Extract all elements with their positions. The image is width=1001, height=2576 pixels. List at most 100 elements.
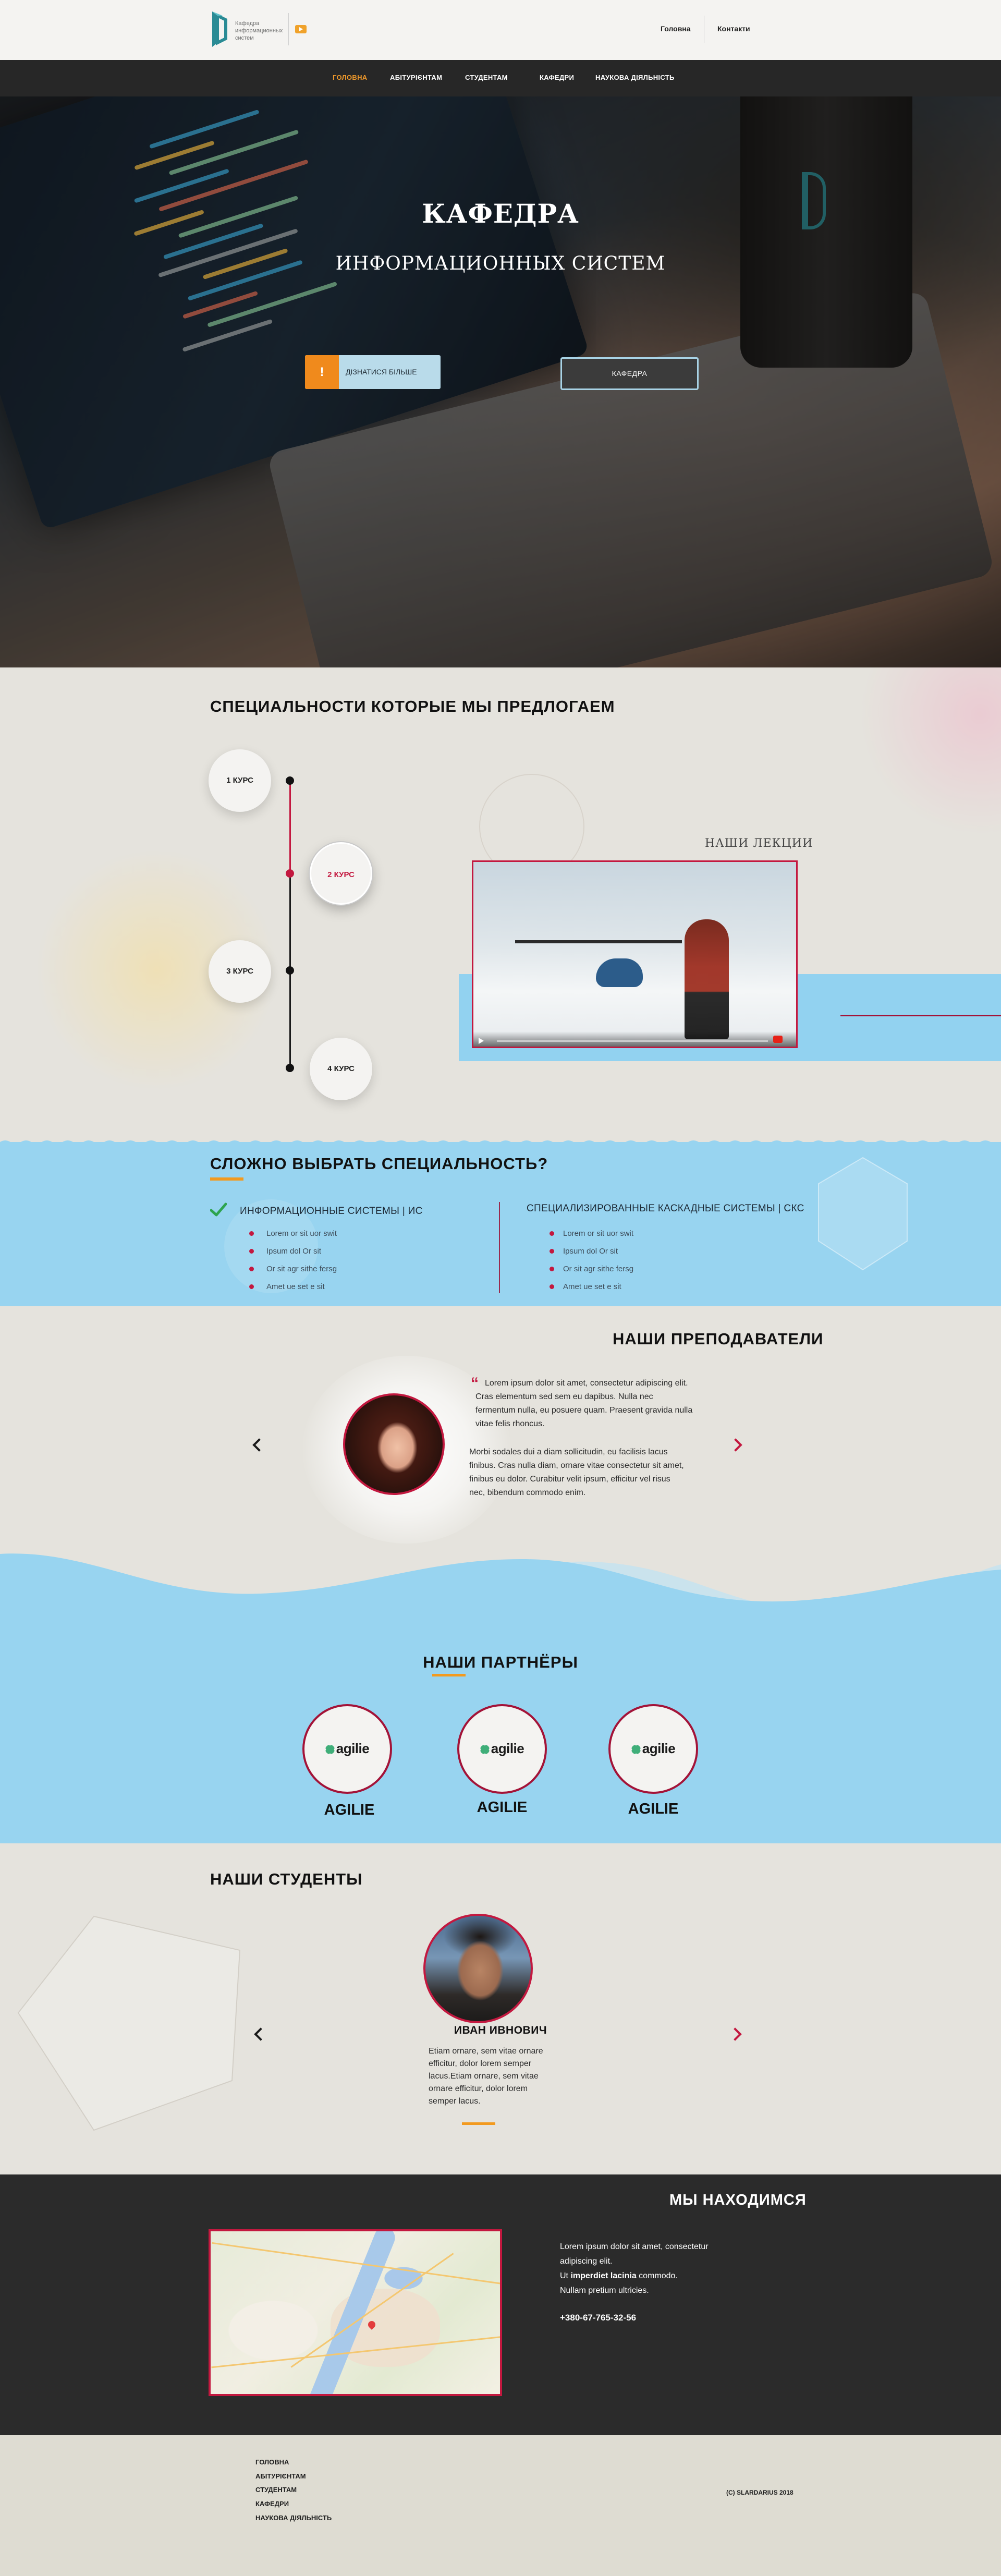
nav-item-applicants[interactable]: АБІТУРІЄНТАМ <box>390 74 442 81</box>
location-map[interactable] <box>209 2229 502 2396</box>
nav-item-research[interactable]: НАУКОВА ДІЯЛЬНІСТЬ <box>595 74 675 81</box>
hero-banner <box>0 96 1001 667</box>
checkmark-icon <box>210 1202 227 1217</box>
copyright: (C) SLARDARIUS 2018 <box>726 2489 794 2496</box>
list-item: Or sit agr sithe fersg <box>563 1265 634 1273</box>
course-3[interactable]: 3 КУРС <box>209 940 271 1003</box>
video-helicopter-rotor <box>515 940 682 943</box>
list-item: Amet ue set e sit <box>563 1282 621 1291</box>
partner-logo: agilie <box>611 1741 696 1757</box>
footer-link-home[interactable]: ГОЛОВНА <box>255 2458 289 2466</box>
nav-item-departments[interactable]: КАФЕДРИ <box>540 74 574 81</box>
site-header <box>0 0 1001 60</box>
bullet-icon <box>249 1231 254 1236</box>
partners-title: НАШИ ПАРТНЁРЫ <box>423 1653 578 1671</box>
partner-name: AGILIE <box>477 1799 528 1816</box>
teacher-quote-paragraph: Morbi sodales dui a diam sollicitudin, e… <box>469 1448 684 1497</box>
list-item: Amet ue set e sit <box>266 1282 325 1291</box>
hero-title: КАФЕДРА <box>422 198 579 229</box>
decorative-hexagon <box>818 1157 908 1271</box>
location-description: Lorem ipsum dolor sit amet, consectetur … <box>560 2240 732 2298</box>
partner-logo: agilie <box>459 1741 545 1757</box>
phone-number[interactable]: +380-67-765-32-56 <box>560 2313 636 2323</box>
partner-logo-2[interactable]: agilie <box>457 1704 547 1794</box>
video-helicopter <box>596 958 643 987</box>
department-logo-icon[interactable] <box>210 8 231 50</box>
partner-logo-3[interactable]: agilie <box>608 1704 698 1794</box>
hero-subtitle: ИНФОРМАЦИОННЫХ СИСТЕМ <box>335 253 666 274</box>
timeline-dot <box>286 1064 294 1072</box>
partner-logo: agilie <box>304 1741 390 1757</box>
youtube-icon[interactable] <box>773 1036 783 1043</box>
decorative-pentagon <box>17 1915 241 2131</box>
list-item: Lorem or sit uor swit <box>563 1229 634 1238</box>
bullet-icon <box>249 1249 254 1254</box>
top-link-home[interactable]: Головна <box>661 25 691 33</box>
youtube-icon[interactable] <box>295 25 307 33</box>
course-4[interactable]: 4 КУРС <box>310 1038 372 1100</box>
footer-link-applicants[interactable]: АБІТУРІЄНТАМ <box>255 2472 306 2480</box>
clover-icon <box>480 1745 490 1754</box>
learn-more-button[interactable]: ! ДІЗНАТИСЯ БІЛЬШЕ <box>305 355 441 389</box>
header-divider <box>288 13 289 45</box>
partner-name: AGILIE <box>628 1801 679 1817</box>
location-line: Ut imperdiet lacinia commodo. <box>560 2271 678 2280</box>
title-underline <box>432 1674 466 1676</box>
lecture-video-player[interactable] <box>472 860 798 1048</box>
specialty-is-heading: ИНФОРМАЦИОННЫЕ СИСТЕМЫ | ИС <box>240 1206 423 1217</box>
student-name: ИВАН ИВНОВИЧ <box>454 2024 547 2036</box>
logo-text: Кафедра информационных систем <box>235 20 283 41</box>
nav-item-students[interactable]: СТУДЕНТАМ <box>465 74 508 81</box>
course-1[interactable]: 1 КУРС <box>209 749 271 812</box>
timeline-dot-active <box>286 869 294 878</box>
learn-more-label: ДІЗНАТИСЯ БІЛЬШЕ <box>346 368 417 376</box>
lectures-label: НАШИ ЛЕКЦИИ <box>705 837 813 850</box>
location-line: Nullam pretium ultricies. <box>560 2286 649 2295</box>
bullet-icon <box>249 1284 254 1289</box>
exclamation-icon: ! <box>305 355 339 389</box>
bullet-icon <box>550 1249 554 1254</box>
teacher-quote-paragraph: Lorem ipsum dolor sit amet, consectetur … <box>475 1379 693 1428</box>
footer-link-research[interactable]: НАУКОВА ДІЯЛЬНІСТЬ <box>255 2514 332 2522</box>
title-underline <box>462 2122 495 2125</box>
site-footer <box>0 2435 1001 2576</box>
footer-link-students[interactable]: СТУДЕНТАМ <box>255 2486 297 2494</box>
column-divider <box>499 1202 500 1293</box>
title-underline <box>210 1177 243 1181</box>
video-progress-bar[interactable] <box>497 1040 768 1042</box>
zigzag-border <box>0 1140 1001 1145</box>
clover-icon <box>325 1745 335 1754</box>
video-accent-line <box>840 1015 1001 1016</box>
timeline-dot <box>286 776 294 785</box>
list-item: Lorem or sit uor swit <box>266 1229 337 1238</box>
top-link-contacts[interactable]: Контакти <box>717 25 750 33</box>
teacher-avatar <box>343 1393 445 1495</box>
location-line: Lorem ipsum dolor sit amet, consectetur … <box>560 2242 709 2266</box>
bullet-icon <box>550 1267 554 1271</box>
partner-logo-1[interactable]: agilie <box>302 1704 392 1794</box>
hero-overlay <box>0 96 1001 667</box>
decorative-circle-outline <box>479 774 584 868</box>
teachers-title: НАШИ ПРЕПОДАВАТЕЛИ <box>613 1330 824 1348</box>
student-avatar <box>423 1914 533 2023</box>
bullet-icon <box>550 1231 554 1236</box>
footer-link-departments[interactable]: КАФЕДРИ <box>255 2500 289 2508</box>
list-item: Ipsum dol Or sit <box>563 1247 618 1256</box>
student-description: Etiam ornare, sem vitae ornare efficitur… <box>429 2047 543 2106</box>
course-2[interactable]: 2 КУРС <box>310 842 372 905</box>
specialty-sks-heading: СПЕЦИАЛИЗИРОВАННЫЕ КАСКАДНЫЕ СИСТЕМЫ | С… <box>527 1203 804 1214</box>
course-timeline-progress <box>289 780 291 873</box>
students-title: НАШИ СТУДЕНТЫ <box>210 1870 363 1888</box>
play-icon[interactable] <box>479 1038 484 1044</box>
list-item: Or sit agr sithe fersg <box>266 1265 337 1273</box>
list-item: Ipsum dol Or sit <box>266 1247 322 1256</box>
choose-specialty-title: СЛОЖНО ВЫБРАТЬ СПЕЦИАЛЬНОСТЬ? <box>210 1155 548 1173</box>
video-person <box>685 919 729 1039</box>
video-controls <box>473 1031 796 1047</box>
main-nav: ГОЛОВНА АБІТУРІЄНТАМ СТУДЕНТАМ КАФЕДРИ Н… <box>0 60 1001 96</box>
bullet-icon <box>249 1267 254 1271</box>
nav-item-home[interactable]: ГОЛОВНА <box>333 74 367 81</box>
clover-icon <box>631 1745 641 1754</box>
partner-name: AGILIE <box>324 1802 375 1818</box>
department-button[interactable]: КАФЕДРА <box>560 357 699 390</box>
